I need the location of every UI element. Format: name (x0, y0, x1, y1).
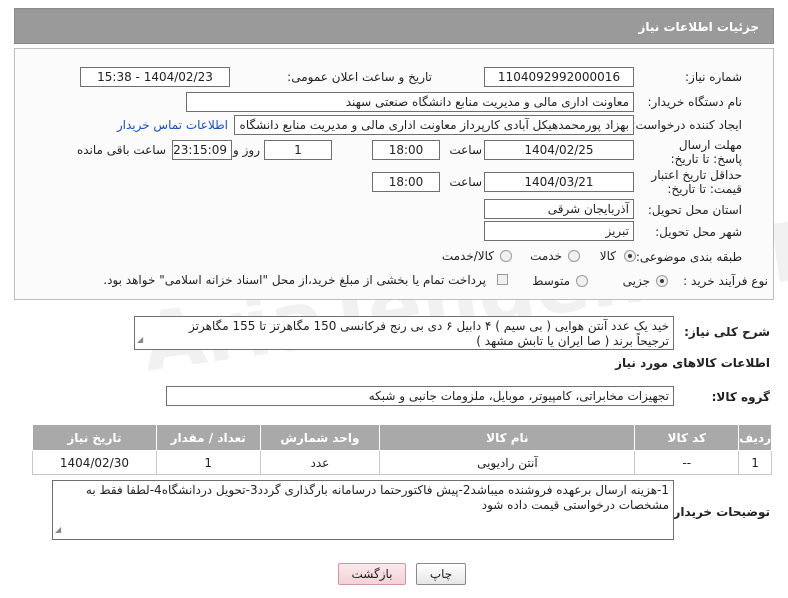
description-line-1: خید یک عدد آنتن هوایی ( بی سیم ) ۴ دابیل… (189, 319, 669, 333)
cell-code: -- (634, 450, 740, 475)
buyer-org-field: معاونت اداری مالی و مدیریت منابع دانشگاه… (186, 92, 634, 112)
days-remaining-field: 1 (264, 140, 332, 160)
process-label: نوع فرآیند خرید : (683, 274, 768, 288)
validity-time-label: ساعت (449, 175, 482, 189)
process-medium-label: متوسط (532, 274, 570, 288)
city-field: تبریز (484, 221, 634, 241)
category-goods-service-radio[interactable] (500, 250, 512, 262)
cell-row: 1 (738, 450, 772, 475)
resize-grip-icon[interactable]: ◢ (137, 332, 143, 347)
reply-time-label: ساعت (449, 143, 482, 157)
validity-date-field: 1404/03/21 (484, 172, 634, 192)
table-row: 1 -- آنتن رادیویی عدد 1 1404/02/30 (32, 450, 772, 475)
process-minor-label: جزیی (622, 274, 650, 288)
buyer-notes-textarea[interactable]: 1-هزینه ارسال برعهده فروشنده میباشد2-پیش… (52, 480, 674, 540)
announce-date-field: 1404/02/23 - 15:38 (80, 67, 230, 87)
category-service-label: خدمت (530, 249, 562, 263)
cell-quantity: 1 (155, 450, 261, 475)
category-goods-service-label: کالا/خدمت (441, 249, 494, 263)
days-label: روز و (233, 143, 260, 157)
price-validity-label: حداقل تاریخ اعتبار قیمت: تا تاریخ: (651, 168, 742, 196)
category-label: طبقه بندی موضوعی: (635, 250, 742, 264)
process-medium-radio[interactable] (576, 275, 588, 287)
time-remaining-label: ساعت باقی مانده (76, 143, 166, 157)
buyer-notes-line-2: مشخصات درخواستی قیمت داده شود (481, 498, 669, 512)
city-label: شهر محل تحویل: (655, 225, 742, 239)
goods-group-field: تجهیزات مخابراتی، کامپیوتر، موبایل، ملزو… (166, 386, 674, 406)
goods-table-header: ردیف کد کالا نام کالا واحد شمارش تعداد /… (32, 424, 772, 451)
buyer-notes-label: توضیحات خریدار: (668, 505, 770, 519)
province-label: استان محل تحویل: (647, 203, 742, 217)
requester-label: ایجاد کننده درخواست: (631, 118, 742, 132)
requester-field: بهزاد پورمحمدهیکل آبادی کارپرداز معاونت … (234, 115, 634, 135)
col-need-date: تاریخ نیاز (32, 424, 157, 451)
category-service-radio[interactable] (568, 250, 580, 262)
cell-unit: عدد (259, 450, 381, 475)
buyer-org-label: نام دستگاه خریدار: (647, 95, 743, 109)
treasury-bonds-checkbox[interactable] (497, 274, 508, 285)
goods-table: ردیف کد کالا نام کالا واحد شمارش تعداد /… (32, 424, 772, 475)
goods-section-title: اطلاعات کالاهای مورد نیاز (615, 356, 770, 370)
cell-need-date: 1404/02/30 (32, 450, 157, 475)
description-line-2: ترجیحاً برند ( صا ایران یا تابش مشهد ) (476, 334, 669, 348)
announce-date-label: تاریخ و ساعت اعلان عمومی: (287, 70, 432, 84)
buyer-notes-line-1: 1-هزینه ارسال برعهده فروشنده میباشد2-پیش… (85, 483, 669, 497)
resize-grip-icon[interactable]: ◢ (55, 522, 61, 537)
process-minor-radio[interactable] (656, 275, 668, 287)
col-quantity: تعداد / مقدار (155, 424, 261, 451)
reply-date-field: 1404/02/25 (484, 140, 634, 160)
col-code: کد کالا (634, 424, 740, 451)
need-number-label: شماره نیاز: (685, 70, 742, 84)
print-button[interactable]: چاپ (416, 563, 466, 585)
category-goods-radio[interactable] (624, 250, 636, 262)
need-number-field: 1104092992000016 (484, 67, 634, 87)
reply-time-field: 18:00 (372, 140, 440, 160)
buyer-contact-link[interactable]: اطلاعات تماس خریدار (117, 118, 228, 132)
page-title: جزئیات اطلاعات نیاز (14, 8, 774, 44)
reply-deadline-label: مهلت ارسال پاسخ: تا تاریخ: (670, 138, 742, 166)
back-button[interactable]: بازگشت (338, 563, 406, 585)
col-unit: واحد شمارش (259, 424, 381, 451)
time-remaining-field: 23:15:09 (172, 140, 232, 160)
category-goods-label: کالا (599, 249, 616, 263)
treasury-bonds-note: پرداخت تمام یا بخشی از مبلغ خرید،از محل … (103, 273, 486, 287)
col-name: نام کالا (379, 424, 636, 451)
col-row: ردیف (738, 424, 772, 451)
general-description-label: شرح کلی نیاز: (684, 325, 770, 339)
general-description-textarea[interactable]: خید یک عدد آنتن هوایی ( بی سیم ) ۴ دابیل… (134, 316, 674, 350)
goods-group-label: گروه کالا: (711, 390, 770, 404)
page-title-text: جزئیات اطلاعات نیاز (638, 20, 759, 34)
cell-name: آنتن رادیویی (379, 450, 636, 475)
validity-time-field: 18:00 (372, 172, 440, 192)
province-field: آذربایجان شرقی (484, 199, 634, 219)
